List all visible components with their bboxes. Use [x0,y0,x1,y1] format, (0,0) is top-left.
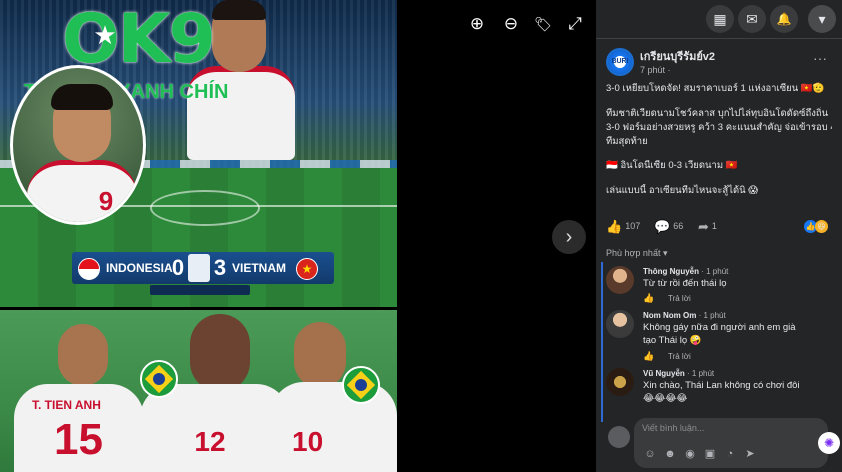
photo-panel-top: OK9 ★ TỶ THAO XANH CHÍN 9 INDONESIA 0 3 … [0,0,397,307]
like-count[interactable]: 👍 107 [606,218,656,234]
emoji-icon[interactable]: ☻ [660,446,680,462]
comment-input[interactable] [642,420,822,436]
send-icon[interactable]: ➤ [740,446,760,462]
commenter-avatar[interactable] [606,368,634,396]
comment-count[interactable]: 💬 66 [654,218,704,234]
scoreboard-team-home: INDONESIA [106,261,173,275]
reaction-summary[interactable]: 👍 😆 [804,220,834,233]
comment-text: Từ từ rồi đến thái lọ [643,278,727,289]
my-avatar [608,426,630,448]
gif-icon[interactable]: ▣ [700,446,720,462]
comment-reply-link[interactable]: Trả lời [668,351,691,362]
comment-bubble-icon: 💬 [654,218,671,234]
account-avatar[interactable]: ▾ [808,5,836,33]
page-name-link[interactable]: เกรียนบุรีรัมย์v2 [640,50,810,64]
brand-star-icon: ★ [93,20,117,50]
zoom-in-icon[interactable]: ⊕ [463,10,491,38]
post-timestamp[interactable]: 7 phút · [640,64,700,76]
post-text-line: ทีมชาติเวียดนามโชว์คลาส บุกไปไล่ทุบอินโด… [606,108,829,119]
post-text-line: 3-0 เหยียบโหดจัด! สมราคาเบอร์ 1 แห่งอาเซ… [606,83,825,94]
next-photo-button[interactable]: › [552,220,586,254]
player-inset: 9 [10,65,146,225]
commenter-name[interactable]: Vũ Nguyễn · 1 phút [643,368,714,379]
comment-sort-dropdown[interactable]: Phù hợp nhất ▾ [606,246,706,260]
brazil-flag-icon [140,360,178,398]
haha-reaction-icon: 😆 [815,220,828,233]
pitch-circle [150,190,260,226]
divider [596,38,842,39]
viewer-root: OK9 ★ TỶ THAO XANH CHÍN 9 INDONESIA 0 3 … [0,0,842,472]
comment-text: Xin chào, Thái Lan không có chơi đôi [643,380,800,391]
post-side-panel: ▦ ✉ 🔔 ▾ BURI เกรียนบุรีรัมย์v2 7 phút · … [596,0,842,472]
scoreboard-team-away: VIETNAM [232,261,286,275]
comment-like-icon[interactable]: 👍 [643,293,655,304]
sticker-icon[interactable]: ☺ [640,446,660,462]
comment-reply-link[interactable]: Trả lời [668,293,691,304]
post-text-line: 🇮🇩 อินโดนีเซีย 0-3 เวียดนาม 🇻🇳 [606,160,738,171]
scoreboard-score-away: 3 [213,255,227,280]
media-viewer: OK9 ★ TỶ THAO XANH CHÍN 9 INDONESIA 0 3 … [0,0,596,472]
comment-like-icon[interactable]: 👍 [643,351,655,362]
tournament-emblem-icon [188,254,210,282]
post-text-line: 3-0 ฟอร์มอย่างสวยหรู คว้า 3 คะแนนสำคัญ จ… [606,122,832,133]
commenter-avatar[interactable] [606,266,634,294]
player-shirt-number: 15 [54,415,103,464]
avatar-sticker-icon[interactable]: ◔ [720,446,740,462]
vietnam-flag-icon: ★ [296,258,318,280]
notifications-bell-icon[interactable]: 🔔 [770,5,798,33]
thread-indicator [601,262,603,422]
share-arrow-icon: ➦ [698,218,709,234]
camera-icon[interactable]: ◉ [680,446,700,462]
post-text-line: เล่นแบบนี้ อาเซียนทีมไหนจะสู้ได้นิ 😱 [606,185,759,196]
thumbs-up-icon: 👍 [606,218,623,234]
menu-icon[interactable]: ▦ [706,5,734,33]
floating-chat-icon[interactable]: ✺ [818,432,840,454]
messenger-icon[interactable]: ✉ [738,5,766,33]
post-photo[interactable]: OK9 ★ TỶ THAO XANH CHÍN 9 INDONESIA 0 3 … [0,0,397,472]
player-shirt-number: 10 [292,426,324,457]
commenter-avatar[interactable] [606,310,634,338]
page-avatar[interactable]: BURI [606,48,634,76]
composer-toolbar: ☺ ☻ ◉ ▣ ◔ ➤ [640,446,820,462]
inset-shirt-number: 9 [98,186,114,216]
comment-text: Không gáy nữa đi người anh em già [643,322,796,333]
share-count[interactable]: ➦ 1 [698,218,748,234]
brazil-flag-icon [342,366,380,404]
fullscreen-icon[interactable]: ⤢ [561,10,589,38]
post-more-options-button[interactable]: ··· [808,48,832,68]
post-text-line: ทีมสุดท้าย [606,136,648,147]
scoreboard-sponsor-strip [150,285,250,295]
player-shirt-name: T. TIEN ANH [32,398,101,412]
commenter-name[interactable]: Nom Nom Om · 1 phút [643,310,726,321]
comment-text: tạo Thái lọ 🤪 [643,335,702,346]
zoom-out-icon[interactable]: ⊖ [497,10,525,38]
tag-icon[interactable]: 🏷 [529,10,557,38]
comment-text: 😂😂😂😂 [643,393,688,404]
player-shirt-number: 12 [194,426,226,457]
scoreboard-score-home: 0 [171,255,185,280]
indonesia-flag-icon [78,258,100,280]
commenter-name[interactable]: Thông Nguyễn · 1 phút [643,266,728,277]
top-bar: ▦ ✉ 🔔 ▾ [596,0,842,38]
